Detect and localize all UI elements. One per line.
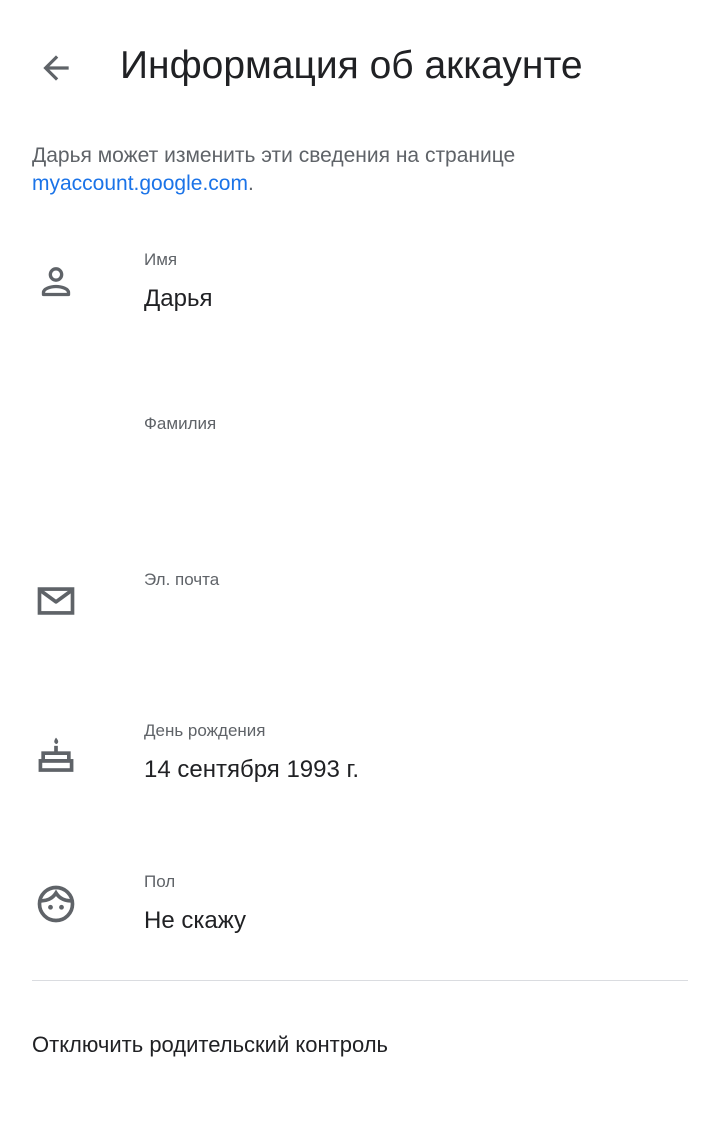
back-button[interactable] [24, 36, 88, 100]
page-title: Информация об аккаунте [120, 44, 583, 87]
arrow-back-icon [43, 55, 69, 81]
field-last-name: Фамилия [0, 404, 720, 464]
field-gender: Пол Не скажу [0, 862, 720, 952]
face-icon [32, 880, 80, 928]
account-description: Дарья может изменить эти сведения на стр… [32, 142, 682, 198]
myaccount-link[interactable]: myaccount.google.com [32, 172, 248, 195]
birthday-label: День рождения [144, 721, 266, 740]
description-text: Дарья может изменить эти сведения на стр… [32, 144, 516, 167]
field-birthday: День рождения 14 сентября 1993 г. [0, 711, 720, 801]
disable-parental-control-button[interactable]: Отключить родительский контроль [32, 1029, 388, 1061]
field-email: Эл. почта [0, 560, 720, 640]
divider [32, 980, 688, 981]
person-icon [32, 258, 80, 306]
cake-icon [32, 731, 80, 779]
email-label: Эл. почта [144, 570, 220, 589]
field-first-name: Имя Дарья [0, 240, 720, 330]
first-name-value: Дарья [144, 285, 213, 312]
birthday-value: 14 сентября 1993 г. [144, 756, 359, 783]
description-suffix: . [247, 172, 254, 195]
first-name-label: Имя [144, 250, 178, 269]
last-name-label: Фамилия [144, 414, 217, 433]
gender-value: Не скажу [144, 907, 247, 934]
app-bar: Информация об аккаунте [0, 0, 720, 130]
mail-icon [32, 577, 80, 625]
gender-label: Пол [144, 872, 176, 891]
